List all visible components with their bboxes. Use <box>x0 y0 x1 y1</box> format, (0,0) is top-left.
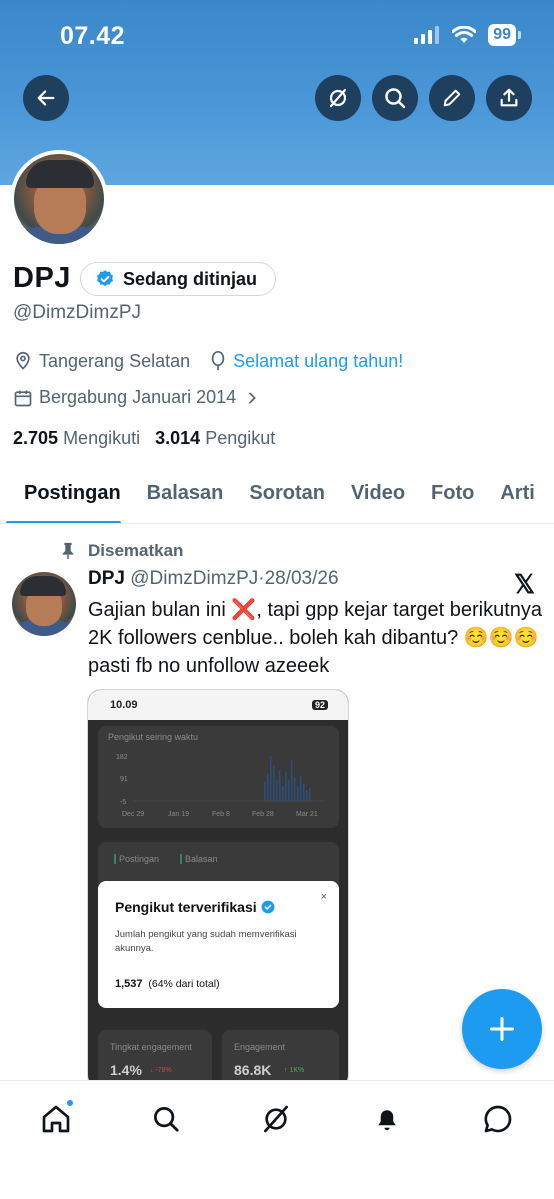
back-button[interactable] <box>23 75 69 121</box>
embedded-battery: 92 <box>311 700 328 710</box>
verified-followers-modal: Pengikut terverifikasi × Jumlah pengikut… <box>98 881 339 1008</box>
embedded-engagement-rate-change: ↓ -78% <box>150 1067 172 1074</box>
profile-name: DPJ <box>13 262 71 294</box>
embedded-y-tick: -5 <box>120 799 127 806</box>
profile-tabs: Postingan Balasan Sorotan Video Foto Art… <box>0 470 554 524</box>
post-author-avatar[interactable] <box>12 572 76 636</box>
embedded-followers-chart <box>134 756 324 802</box>
modal-count: 1,537 (64% dari total) <box>115 978 220 990</box>
embedded-time: 10.09 <box>110 699 138 711</box>
wifi-icon <box>452 26 477 43</box>
nav-home[interactable] <box>36 1099 76 1139</box>
embedded-x-tick: Feb 8 <box>212 811 230 818</box>
followers-count: 3.014 <box>155 428 201 448</box>
battery-indicator: 99 <box>488 24 521 46</box>
pin-icon <box>62 542 74 560</box>
verification-status-badge[interactable]: Sedang ditinjau <box>80 262 277 296</box>
chevron-right-icon <box>249 392 257 403</box>
post-author-name[interactable]: DPJ <box>88 568 125 589</box>
profile-joined: Bergabung Januari 2014 <box>39 387 237 407</box>
pinned-indicator: Disematkan <box>60 541 183 561</box>
profile-meta-row: Tangerang Selatan Selamat ulang tahun! <box>13 350 403 372</box>
share-icon <box>500 88 518 107</box>
embedded-engagement-rate-label: Tingkat engagement <box>110 1042 192 1052</box>
tab-postingan[interactable]: Postingan <box>0 470 127 523</box>
embedded-engagement-value: 86.8K <box>234 1062 272 1078</box>
embedded-legend-replies: Balasan <box>180 854 218 864</box>
embedded-status-bar: 10.09 92 <box>88 690 348 720</box>
verified-badge-icon <box>97 270 113 287</box>
modal-title: Pengikut terverifikasi <box>115 899 275 915</box>
embedded-y-tick: 91 <box>120 776 128 783</box>
followers-link[interactable]: 3.014 Pengikut <box>155 428 275 448</box>
embedded-engagement-rate-value: 1.4% <box>110 1062 142 1078</box>
balloon-icon <box>211 351 225 371</box>
profile-handle: @DimzDimzPJ <box>13 302 141 323</box>
arrow-left-icon <box>37 90 55 106</box>
embedded-y-tick: 182 <box>116 754 128 761</box>
badge-label: Sedang ditinjau <box>123 268 258 289</box>
compose-post-button[interactable] <box>462 989 542 1069</box>
bell-icon <box>378 1110 396 1131</box>
post-image[interactable]: 10.09 92 Pengikut seiring waktu 182 91 -… <box>87 689 349 1089</box>
calendar-icon <box>14 390 32 406</box>
signal-icon <box>414 26 440 44</box>
following-label: Mengikuti <box>63 428 141 448</box>
location-icon <box>16 351 30 370</box>
embedded-engagement-change: ↑ 1K% <box>284 1067 305 1074</box>
post-text: Gajian bulan ini ❌, tapi gpp kejar targe… <box>88 599 543 677</box>
search-icon <box>385 88 406 109</box>
tab-video[interactable]: Video <box>338 470 418 523</box>
edit-button[interactable] <box>429 75 475 121</box>
embedded-legend-posts: Postingan <box>114 854 159 864</box>
embedded-x-tick: Jan 19 <box>168 811 190 818</box>
search-icon <box>154 1107 179 1132</box>
chat-icon <box>484 1105 512 1133</box>
notification-dot <box>66 1099 74 1107</box>
tab-balasan[interactable]: Balasan <box>127 470 237 523</box>
embedded-x-tick: Mar 21 <box>296 811 318 818</box>
home-icon <box>42 1105 70 1133</box>
follow-counts: 2.705 Mengikuti 3.014 Pengikut <box>13 428 275 449</box>
pencil-icon <box>443 89 461 107</box>
embedded-chart-title: Pengikut seiring waktu <box>108 732 199 742</box>
nav-search[interactable] <box>146 1099 186 1139</box>
modal-description: Jumlah pengikut yang sudah memverifikasi… <box>115 929 297 954</box>
grok-icon <box>329 88 347 108</box>
tab-foto[interactable]: Foto <box>418 470 487 523</box>
embedded-x-tick: Feb 28 <box>252 811 274 818</box>
status-icons: 99 <box>414 24 521 46</box>
following-count: 2.705 <box>13 428 59 448</box>
verified-badge-icon <box>261 900 275 914</box>
embedded-x-tick: Dec 29 <box>122 811 145 818</box>
status-time: 07.42 <box>60 22 126 50</box>
profile-joined-row[interactable]: Bergabung Januari 2014 <box>13 387 260 408</box>
plus-icon <box>489 1016 515 1042</box>
nav-messages[interactable] <box>478 1099 518 1139</box>
following-link[interactable]: 2.705 Mengikuti <box>13 428 140 448</box>
modal-close-button[interactable]: × <box>321 891 327 903</box>
grok-icon <box>264 1105 288 1133</box>
nav-grok[interactable] <box>256 1099 296 1139</box>
tab-sorotan[interactable]: Sorotan <box>236 470 338 523</box>
tab-artikel[interactable]: Arti <box>487 470 547 523</box>
birthday-link[interactable]: Selamat ulang tahun! <box>233 351 403 372</box>
followers-label: Pengikut <box>205 428 276 448</box>
search-button[interactable] <box>372 75 418 121</box>
post-date[interactable]: 28/03/26 <box>265 568 339 589</box>
post-author-handle[interactable]: @DimzDimzPJ <box>130 568 258 589</box>
share-button[interactable] <box>486 75 532 121</box>
profile-location: Tangerang Selatan <box>39 350 191 371</box>
pinned-label: Disematkan <box>88 541 184 560</box>
embedded-engagement-label: Engagement <box>234 1042 286 1052</box>
profile-avatar[interactable] <box>10 150 108 248</box>
bottom-navigation <box>0 1080 554 1199</box>
post-header: DPJ @DimzDimzPJ·28/03/26 <box>88 568 339 590</box>
nav-notifications[interactable] <box>367 1099 407 1139</box>
grok-button[interactable] <box>315 75 361 121</box>
